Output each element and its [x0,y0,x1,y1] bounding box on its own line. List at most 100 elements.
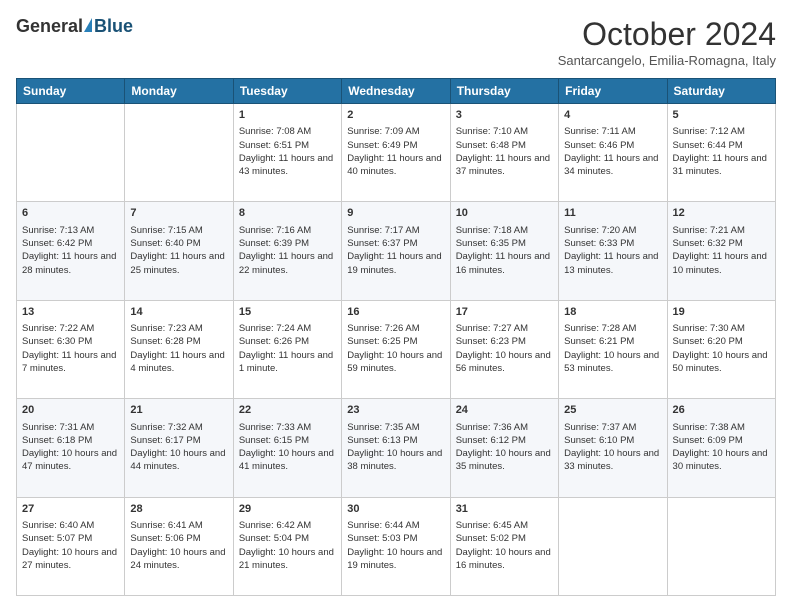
day-info: Daylight: 10 hours and 50 minutes. [673,349,770,376]
calendar-cell [559,497,667,595]
day-info: Sunrise: 7:24 AM [239,322,336,335]
day-info: Sunrise: 7:21 AM [673,224,770,237]
day-number: 28 [130,502,227,517]
day-number: 2 [347,108,444,123]
day-info: Sunset: 6:51 PM [239,139,336,152]
calendar-week-row: 20Sunrise: 7:31 AMSunset: 6:18 PMDayligh… [17,399,776,497]
calendar-cell: 7Sunrise: 7:15 AMSunset: 6:40 PMDaylight… [125,202,233,300]
calendar-cell: 28Sunrise: 6:41 AMSunset: 5:06 PMDayligh… [125,497,233,595]
day-number: 16 [347,305,444,320]
calendar-cell: 8Sunrise: 7:16 AMSunset: 6:39 PMDaylight… [233,202,341,300]
day-number: 21 [130,403,227,418]
day-info: Sunrise: 7:37 AM [564,421,661,434]
logo-general: General [16,16,83,37]
day-info: Sunset: 5:07 PM [22,532,119,545]
day-info: Sunrise: 6:40 AM [22,519,119,532]
day-info: Daylight: 11 hours and 31 minutes. [673,152,770,179]
calendar-cell: 2 Sunrise: 7:09 AMSunset: 6:49 PMDaylight… [342,104,450,202]
day-number: 24 [456,403,553,418]
col-thursday: Thursday [450,79,558,104]
day-info: Sunrise: 7:20 AM [564,224,661,237]
day-info: Sunset: 6:09 PM [673,434,770,447]
day-number: 12 [673,206,770,221]
day-info: Sunrise: 6:45 AM [456,519,553,532]
day-info: Sunrise: 7:10 AM [456,125,553,138]
day-info: Sunrise: 7:13 AM [22,224,119,237]
day-info: Sunset: 6:49 PM [347,139,444,152]
day-info: Sunrise: 7:09 AM [347,125,444,138]
day-info: Daylight: 11 hours and 34 minutes. [564,152,661,179]
calendar-cell: 3Sunrise: 7:10 AMSunset: 6:48 PMDaylight… [450,104,558,202]
day-info: Daylight: 10 hours and 33 minutes. [564,447,661,474]
calendar-cell: 22Sunrise: 7:33 AMSunset: 6:15 PMDayligh… [233,399,341,497]
day-info: Daylight: 10 hours and 21 minutes. [239,546,336,573]
day-info: Daylight: 10 hours and 47 minutes. [22,447,119,474]
day-info: Daylight: 11 hours and 19 minutes. [347,250,444,277]
day-info: Sunrise: 6:44 AM [347,519,444,532]
col-tuesday: Tuesday [233,79,341,104]
month-title: October 2024 [558,16,776,53]
calendar-cell: 17Sunrise: 7:27 AMSunset: 6:23 PMDayligh… [450,300,558,398]
day-info: Sunset: 6:33 PM [564,237,661,250]
calendar-cell: 11 Sunrise: 7:20 AMSunset: 6:33 PMDayligh… [559,202,667,300]
calendar-cell: 1Sunrise: 7:08 AMSunset: 6:51 PMDaylight… [233,104,341,202]
calendar-cell: 30Sunrise: 6:44 AMSunset: 5:03 PMDayligh… [342,497,450,595]
day-info: Sunset: 5:06 PM [130,532,227,545]
header: General Blue October 2024 Santarcangelo,… [16,16,776,68]
day-info: Sunset: 6:21 PM [564,335,661,348]
day-info: Sunrise: 7:28 AM [564,322,661,335]
calendar-cell: 26Sunrise: 7:38 AMSunset: 6:09 PMDayligh… [667,399,775,497]
calendar-cell: 6Sunrise: 7:13 AMSunset: 6:42 PMDaylight… [17,202,125,300]
day-info: Daylight: 10 hours and 30 minutes. [673,447,770,474]
day-info: Sunset: 6:40 PM [130,237,227,250]
col-saturday: Saturday [667,79,775,104]
day-info: Sunset: 6:48 PM [456,139,553,152]
day-info: Sunrise: 7:22 AM [22,322,119,335]
calendar-cell: 15Sunrise: 7:24 AMSunset: 6:26 PMDayligh… [233,300,341,398]
day-info: Sunset: 6:35 PM [456,237,553,250]
day-info: Sunrise: 7:32 AM [130,421,227,434]
day-info: Daylight: 11 hours and 10 minutes. [673,250,770,277]
day-number: 10 [456,206,553,221]
day-info: Daylight: 11 hours and 37 minutes. [456,152,553,179]
calendar-cell: 16Sunrise: 7:26 AMSunset: 6:25 PMDayligh… [342,300,450,398]
day-info: Daylight: 11 hours and 28 minutes. [22,250,119,277]
location-subtitle: Santarcangelo, Emilia-Romagna, Italy [558,53,776,68]
logo-blue: Blue [94,16,133,37]
day-info: Daylight: 10 hours and 53 minutes. [564,349,661,376]
col-wednesday: Wednesday [342,79,450,104]
page: General Blue October 2024 Santarcangelo,… [0,0,792,612]
col-sunday: Sunday [17,79,125,104]
day-info: Daylight: 10 hours and 59 minutes. [347,349,444,376]
day-number: 13 [22,305,119,320]
calendar-cell: 12Sunrise: 7:21 AMSunset: 6:32 PMDayligh… [667,202,775,300]
day-number: 11 [564,206,661,221]
day-info: Daylight: 11 hours and 40 minutes. [347,152,444,179]
day-number: 5 [673,108,770,123]
calendar-cell: 24Sunrise: 7:36 AMSunset: 6:12 PMDayligh… [450,399,558,497]
day-number: 27 [22,502,119,517]
calendar-week-row: 6Sunrise: 7:13 AMSunset: 6:42 PMDaylight… [17,202,776,300]
day-info: Sunset: 6:12 PM [456,434,553,447]
calendar-cell: 25Sunrise: 7:37 AMSunset: 6:10 PMDayligh… [559,399,667,497]
day-info: Sunset: 5:02 PM [456,532,553,545]
day-number: 19 [673,305,770,320]
day-info: Sunrise: 7:27 AM [456,322,553,335]
day-info: Sunrise: 6:42 AM [239,519,336,532]
calendar-table: Sunday Monday Tuesday Wednesday Thursday… [16,78,776,596]
day-info: Sunset: 6:10 PM [564,434,661,447]
day-info: Sunrise: 6:41 AM [130,519,227,532]
day-info: Sunset: 5:04 PM [239,532,336,545]
day-info: Daylight: 10 hours and 41 minutes. [239,447,336,474]
day-info: Daylight: 11 hours and 13 minutes. [564,250,661,277]
day-info: Sunset: 6:28 PM [130,335,227,348]
calendar-cell: 14Sunrise: 7:23 AMSunset: 6:28 PMDayligh… [125,300,233,398]
day-info: Sunset: 6:42 PM [22,237,119,250]
day-info: Sunset: 6:26 PM [239,335,336,348]
day-info: Sunrise: 7:26 AM [347,322,444,335]
day-info: Sunrise: 7:30 AM [673,322,770,335]
day-info: Daylight: 10 hours and 35 minutes. [456,447,553,474]
col-friday: Friday [559,79,667,104]
day-number: 18 [564,305,661,320]
day-info: Sunrise: 7:38 AM [673,421,770,434]
